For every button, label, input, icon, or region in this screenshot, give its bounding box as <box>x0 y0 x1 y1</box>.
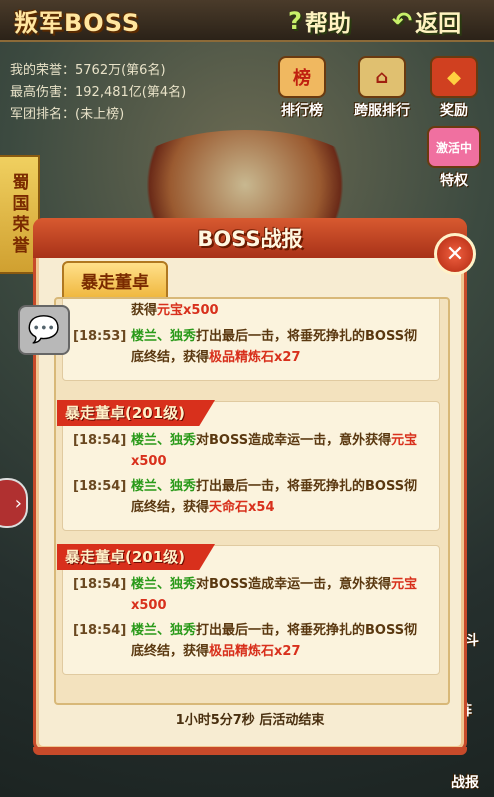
back-arrow-icon: ↶ <box>392 7 413 35</box>
honor-row: 我的荣誉：5762万(第6名) <box>10 60 186 82</box>
report-entry: [18:54] 楼兰、独秀打出最后一击，将垂死挣扎的BOSS彻底终结，获得极品精炼… <box>73 620 423 662</box>
event-countdown: 1小时5分7秒 后活动结束 <box>175 713 325 728</box>
damage-row: 最高伤害：192,481亿(第4名) <box>10 82 186 104</box>
report-card: 获得元宝x500 [18:53] 楼兰、独秀打出最后一击，将垂死挣扎的BOSS彻底… <box>62 299 440 381</box>
damage-value: 192,481亿(第4名) <box>75 85 187 100</box>
entry-time: [18:54] <box>73 623 127 638</box>
player-names: 楼兰、独秀 <box>131 577 197 592</box>
reward-item: 极品精炼石x27 <box>209 644 301 659</box>
help-button[interactable]: ? 帮助 <box>288 4 351 38</box>
honor-value: 5762万(第6名) <box>75 63 166 78</box>
entry-time: [18:54] <box>73 577 127 592</box>
privilege-label: 特权 <box>440 173 468 189</box>
player-stats: 我的荣誉：5762万(第6名) 最高伤害：192,481亿(第4名) 军团排名：… <box>10 60 186 126</box>
page-title: 叛军BOSS <box>14 9 141 37</box>
back-label: 返回 <box>415 11 462 37</box>
boss-report-dialog: BOSS战报 ✕ 暴走董卓 获得元宝x500 [18:53] 楼兰、独秀打出最后一… <box>33 218 476 755</box>
player-names: 楼兰、独秀 <box>131 623 197 638</box>
report-card: 暴走董卓(201级) [18:54] 楼兰、独秀对BOSS造成幸运一击，意外获得元… <box>57 400 440 531</box>
boss-level-ribbon: 暴走董卓(201级) <box>57 544 216 570</box>
legion-row: 军团排名：(未上榜) <box>10 104 186 126</box>
report-entry: [18:53] 楼兰、独秀打出最后一击，将垂死挣扎的BOSS彻底终结，获得极品精炼… <box>73 326 423 368</box>
honor-label: 我的荣誉： <box>10 63 76 78</box>
cross-server-label: 跨服排行 <box>354 103 410 119</box>
entry-time: [18:53] <box>73 329 127 344</box>
left-side-button[interactable]: › <box>0 478 28 528</box>
question-icon: ? <box>288 7 302 35</box>
entry-time: [18:54] <box>73 479 127 494</box>
privilege-button[interactable]: 激活中 特权 <box>414 126 494 190</box>
reward-item: 极品精炼石x27 <box>209 350 301 365</box>
report-card: 暴走董卓(201级) [18:54] 楼兰、独秀对BOSS造成幸运一击，意外获得元… <box>57 544 440 675</box>
legion-value: (未上榜) <box>75 107 125 122</box>
arrow-icon: › <box>14 492 22 514</box>
damage-label: 最高伤害： <box>10 85 76 100</box>
dialog-title: BOSS战报 <box>197 227 303 251</box>
report-entry: [18:54] 楼兰、独秀对BOSS造成幸运一击，意外获得元宝x500 <box>73 430 423 472</box>
reward-item: 天命石x54 <box>209 500 275 515</box>
chat-bubble-icon: 💬 <box>27 315 61 345</box>
dialog-header: BOSS战报 <box>33 218 467 258</box>
reward-button[interactable]: ◆ 奖励 <box>414 56 494 120</box>
player-names: 楼兰、独秀 <box>131 479 197 494</box>
entry-time: [18:54] <box>73 433 127 448</box>
report-entry: 获得元宝x500 <box>131 303 219 318</box>
ranking-icon: 榜 <box>278 56 326 98</box>
ranking-button[interactable]: 榜 排行榜 <box>262 56 342 120</box>
report-entry: [18:54] 楼兰、独秀对BOSS造成幸运一击，意外获得元宝x500 <box>73 574 423 616</box>
reward-item: 元宝x500 <box>157 303 219 318</box>
reward-label: 奖励 <box>440 103 468 119</box>
boss-level-ribbon: 暴走董卓(201级) <box>57 400 216 426</box>
player-names: 楼兰、独秀 <box>131 329 197 344</box>
legion-label: 军团排名： <box>10 107 76 122</box>
activate-badge: 激活中 <box>427 126 481 168</box>
tab-rampage-dongzhuo[interactable]: 暴走董卓 <box>62 261 168 299</box>
help-label: 帮助 <box>304 11 351 37</box>
battle-report-button[interactable]: 战报 <box>442 772 488 792</box>
treasure-bag-icon: ◆ <box>430 56 478 98</box>
top-bar: 叛军BOSS ? 帮助 ↶ 返回 <box>0 0 494 42</box>
chat-button[interactable]: 💬 <box>18 305 70 355</box>
ranking-label: 排行榜 <box>281 103 323 119</box>
dialog-bottom-edge <box>33 747 467 755</box>
cross-server-ranking-button[interactable]: ⌂ 跨服排行 <box>342 56 422 120</box>
close-button[interactable]: ✕ <box>434 233 476 275</box>
report-entry: [18:54] 楼兰、独秀打出最后一击，将垂死挣扎的BOSS彻底终结，获得天命石x… <box>73 476 423 518</box>
player-names: 楼兰、独秀 <box>131 433 197 448</box>
close-icon: ✕ <box>445 241 465 267</box>
report-list[interactable]: 获得元宝x500 [18:53] 楼兰、独秀打出最后一击，将垂死挣扎的BOSS彻底… <box>54 297 450 705</box>
back-button[interactable]: ↶ 返回 <box>392 4 461 38</box>
pagoda-icon: ⌂ <box>358 56 406 98</box>
